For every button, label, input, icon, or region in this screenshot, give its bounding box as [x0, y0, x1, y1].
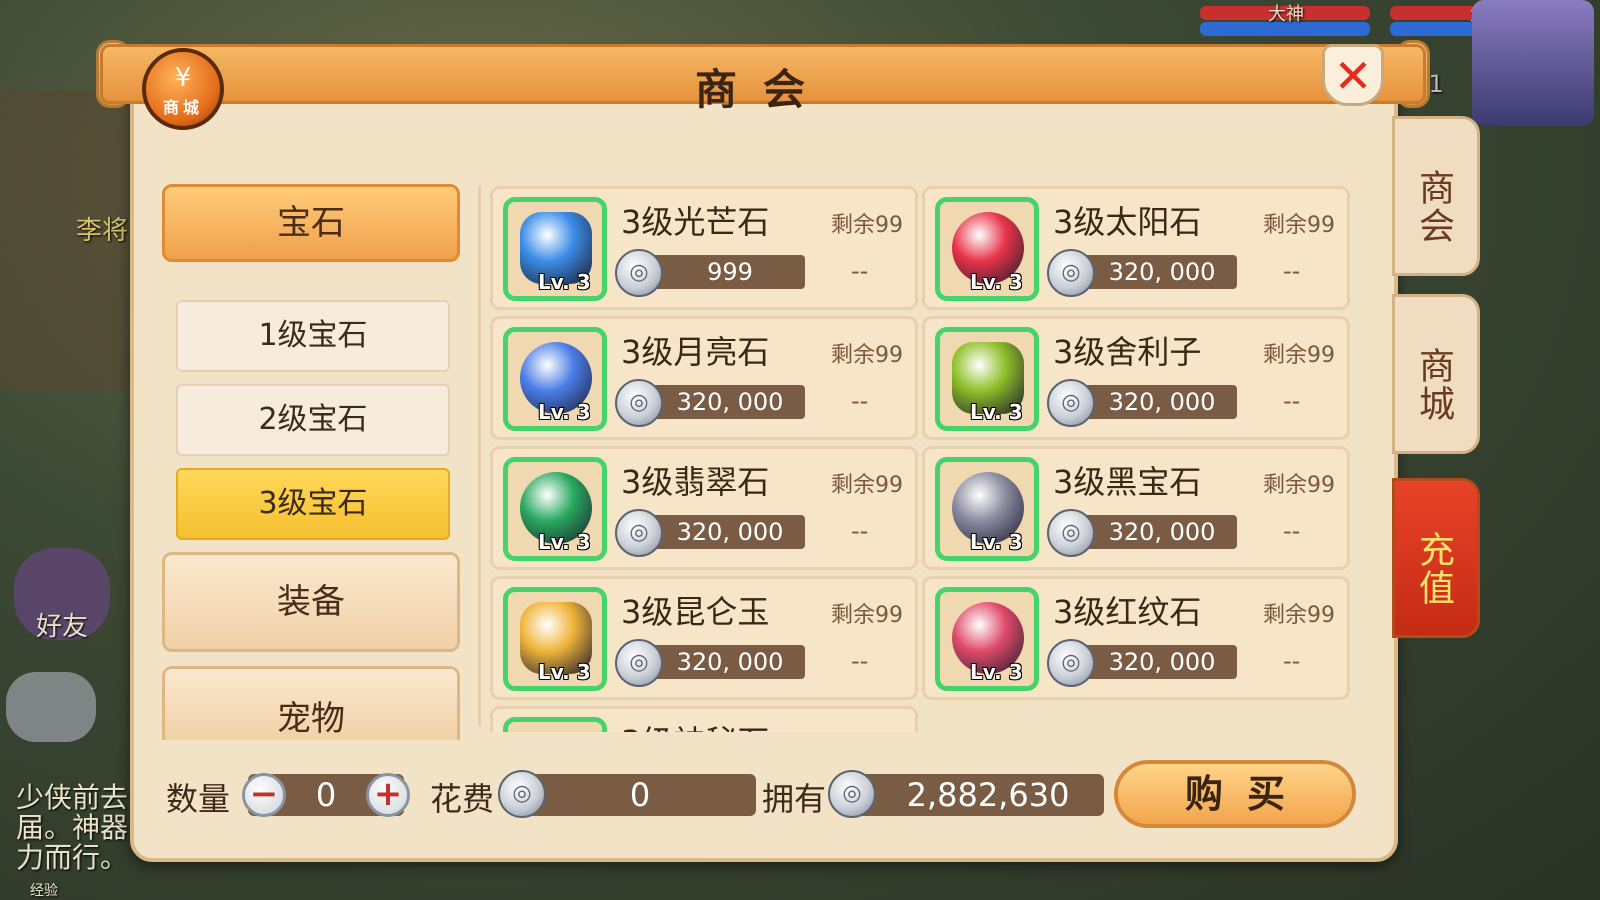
item-name: 3级昆仑玉 [621, 593, 770, 631]
quantity-minus-button[interactable]: − [242, 773, 286, 817]
silver-coin-icon: ◎ [1047, 639, 1095, 687]
item-card[interactable]: Lv. 3 3级黑宝石 剩余99 320, 000 ◎ -- [922, 446, 1350, 570]
close-button[interactable]: ✕ [1322, 44, 1384, 106]
item-limit: -- [851, 517, 869, 545]
owned-value: 2,882,630 [852, 774, 1104, 816]
item-level-badge: Lv. 3 [970, 270, 1023, 294]
item-name: 3级月亮石 [621, 333, 770, 371]
item-level-badge: Lv. 3 [538, 530, 591, 554]
window-title: 商会 [694, 65, 831, 114]
item-icon-frame: Lv. 3 [935, 457, 1039, 561]
item-level-badge: Lv. 3 [970, 660, 1023, 684]
silver-coin-icon: ◎ [1047, 249, 1095, 297]
tab-recharge[interactable]: 充值 [1392, 478, 1480, 638]
item-name: 3级红纹石 [1053, 593, 1202, 631]
item-remaining: 剩余99 [1263, 343, 1335, 368]
item-card[interactable]: Lv. 3 3级月亮石 剩余99 320, 000 ◎ -- [490, 316, 918, 440]
item-remaining: 剩余99 [1263, 603, 1335, 628]
item-icon-frame: Lv. 3 [503, 327, 607, 431]
item-name: 3级神秘石 [621, 717, 769, 732]
quantity-plus-button[interactable]: + [366, 773, 410, 817]
item-level-badge: Lv. 3 [538, 270, 591, 294]
silver-coin-icon: ◎ [1047, 379, 1095, 427]
item-remaining: 剩余99 [831, 603, 903, 628]
item-card[interactable]: Lv. 3 3级昆仑玉 剩余99 320, 000 ◎ -- [490, 576, 918, 700]
item-level-badge: Lv. 3 [970, 530, 1023, 554]
item-card[interactable]: Lv. 3 3级神秘石 剩余99 320, 000 ◎ -- [490, 706, 918, 732]
hud-name: 大神 [1268, 4, 1304, 25]
tab-mall[interactable]: 商城 [1392, 294, 1480, 454]
exp-label: 经验 [30, 883, 58, 899]
shop-badge: ¥ 商城 [142, 48, 224, 130]
item-limit: -- [851, 387, 869, 415]
silver-coin-icon: ◎ [498, 770, 546, 818]
subcategory-level2-gem[interactable]: 2级宝石 [176, 384, 450, 456]
item-level-badge: Lv. 3 [970, 400, 1023, 424]
item-remaining: 剩余99 [1263, 473, 1335, 498]
item-icon-frame: Lv. 3 [935, 327, 1039, 431]
item-remaining: 剩余99 [831, 343, 903, 368]
silver-coin-icon: ◎ [615, 249, 663, 297]
silver-coin-icon: ◎ [615, 509, 663, 557]
owned-label: 拥有 [762, 780, 827, 818]
item-card[interactable]: Lv. 3 3级红纹石 剩余99 320, 000 ◎ -- [922, 576, 1350, 700]
subcategory-level3-gem[interactable]: 3级宝石 [176, 468, 450, 540]
npc-name-label: 李将 [76, 216, 129, 246]
item-name: 3级舍利子 [1053, 333, 1202, 371]
silver-coin-icon: ◎ [615, 379, 663, 427]
item-icon-frame: Lv. 3 [503, 197, 607, 301]
item-card[interactable]: Lv. 3 3级光芒石 剩余99 999 ◎ -- [490, 186, 918, 310]
item-limit: -- [851, 257, 869, 285]
item-icon-frame: Lv. 3 [503, 457, 607, 561]
cost-label: 花费 [430, 780, 495, 818]
quantity-label: 数量 [166, 780, 231, 818]
category-equipment[interactable]: 装备 [162, 552, 460, 652]
item-level-badge: Lv. 3 [538, 660, 591, 684]
shop-badge-label: 商城 [162, 98, 203, 117]
buy-button[interactable]: 购买 [1114, 760, 1356, 828]
top-hud: 大神 大神 121 [1160, 0, 1600, 126]
friend-label[interactable]: 好友 [36, 606, 88, 643]
item-card[interactable]: Lv. 3 3级翡翠石 剩余99 320, 000 ◎ -- [490, 446, 918, 570]
silver-coin-icon: ◎ [828, 770, 876, 818]
item-icon-frame: Lv. 3 [503, 587, 607, 691]
tab-commerce[interactable]: 商会 [1392, 116, 1480, 276]
item-name: 3级光芒石 [621, 203, 770, 241]
silver-coin-icon: ◎ [1047, 509, 1095, 557]
silver-coin-icon: ◎ [615, 639, 663, 687]
item-level-badge: Lv. 3 [538, 400, 591, 424]
item-icon-frame: Lv. 3 [503, 717, 607, 732]
item-card[interactable]: Lv. 3 3级太阳石 剩余99 320, 000 ◎ -- [922, 186, 1350, 310]
item-remaining: 剩余99 [831, 213, 903, 238]
item-icon-frame: Lv. 3 [935, 197, 1039, 301]
chat-bubble-button[interactable] [6, 672, 96, 742]
subcategory-level1-gem[interactable]: 1级宝石 [176, 300, 450, 372]
item-card[interactable]: Lv. 3 3级舍利子 剩余99 320, 000 ◎ -- [922, 316, 1350, 440]
item-limit: -- [1283, 647, 1301, 675]
close-icon: ✕ [1333, 49, 1373, 103]
category-pet[interactable]: 宠物 [162, 666, 460, 740]
item-limit: -- [1283, 387, 1301, 415]
list-divider [478, 186, 481, 726]
item-remaining: 剩余99 [831, 473, 903, 498]
yen-bag-icon: ¥ [174, 63, 192, 93]
item-remaining: 剩余99 [1263, 213, 1335, 238]
item-name: 3级太阳石 [1053, 203, 1202, 241]
item-name: 3级翡翠石 [621, 463, 770, 501]
chat-line-3: 力而行。 [16, 841, 129, 874]
item-grid: Lv. 3 3级光芒石 剩余99 999 ◎ -- Lv. 3 3级太阳石 剩余… [490, 186, 1358, 732]
item-limit: -- [851, 647, 869, 675]
item-limit: -- [1283, 517, 1301, 545]
item-icon-frame: Lv. 3 [935, 587, 1039, 691]
category-gem[interactable]: 宝石 [162, 184, 460, 262]
item-remaining: 剩余99 [831, 727, 917, 732]
item-limit: -- [1283, 257, 1301, 285]
cost-value: 0 [524, 774, 756, 816]
item-name: 3级黑宝石 [1053, 463, 1202, 501]
